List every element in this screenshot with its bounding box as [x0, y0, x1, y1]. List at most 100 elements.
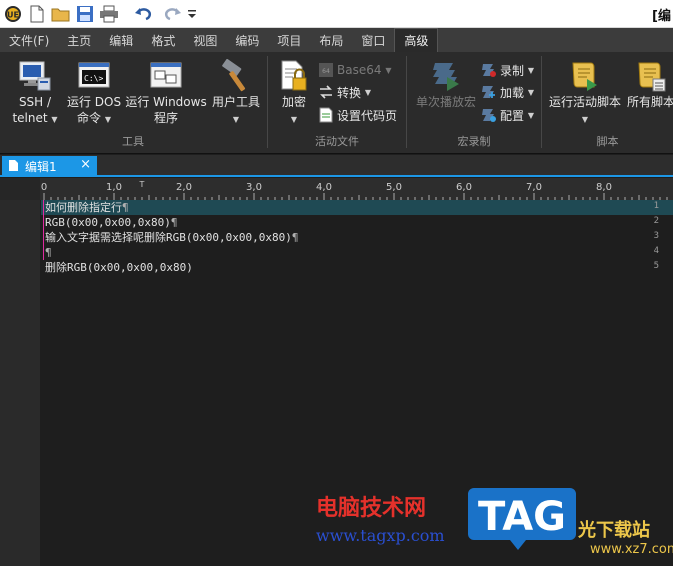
svg-text:UE: UE: [7, 10, 19, 19]
dos-label-line1: 运行 DOS: [66, 95, 122, 109]
paragraph-mark: ¶: [122, 201, 129, 214]
code-line: 删除RGB(0x00,0x00,0x80): [45, 260, 193, 275]
window-title: [编: [652, 9, 671, 24]
codepage-label: 设置代码页: [337, 108, 398, 123]
win-label-line1: 运行 Windows: [125, 95, 207, 109]
tab-file[interactable]: 文件(F): [0, 28, 58, 52]
user-tools-button[interactable]: 用户工具 ▼: [208, 58, 264, 128]
ribbon-tabs: 文件(F) 主页 编辑 格式 视图 编码 项目 布局 窗口 高级: [0, 28, 673, 52]
codepage-icon: [318, 107, 334, 123]
ribbon-group-macro: 单次播放宏 录制 ▼ 加载 ▼ 配置 ▼ 宏录制: [407, 52, 541, 154]
record-icon: [481, 62, 497, 78]
ruler-label: 8,0: [596, 182, 612, 193]
tab-edit[interactable]: 编辑: [100, 28, 142, 52]
dropdown-arrow-icon: ▼: [581, 115, 589, 124]
ribbon-group-tools: SSH / telnet ▼ C:\> 运行 DOS 命令 ▼ 运行 Windo…: [0, 52, 266, 154]
scripts-list-icon: [633, 58, 669, 94]
convert-button[interactable]: 转换 ▼: [318, 82, 371, 102]
document-file-icon: [8, 157, 19, 176]
ribbon-panel: SSH / telnet ▼ C:\> 运行 DOS 命令 ▼ 运行 Windo…: [0, 52, 673, 154]
encrypt-label: 加密: [281, 95, 306, 109]
tab-view[interactable]: 视图: [184, 28, 226, 52]
quick-access-toolbar: UE [编: [0, 0, 673, 28]
app-logo-icon[interactable]: UE: [2, 3, 24, 25]
line-number: 1: [653, 201, 659, 211]
customize-dropdown-icon[interactable]: [186, 3, 198, 25]
watermark-brand: 电脑技术网: [316, 495, 427, 521]
dropdown-arrow-icon: ▼: [527, 110, 534, 120]
undo-icon[interactable]: [132, 3, 154, 25]
load-label: 加载: [500, 85, 525, 100]
record-macro-button[interactable]: 录制 ▼: [481, 60, 534, 80]
replay-macro-button[interactable]: 单次播放宏: [411, 58, 481, 110]
tab-home[interactable]: 主页: [58, 28, 100, 52]
ruler-label: 5,0: [386, 182, 402, 193]
paragraph-mark: ¶: [45, 246, 52, 259]
close-tab-icon[interactable]: ×: [80, 157, 91, 172]
load-macro-button[interactable]: 加载 ▼: [481, 82, 534, 102]
line-number: 5: [653, 261, 659, 271]
base64-label: Base64: [337, 63, 382, 77]
open-folder-icon[interactable]: [50, 3, 72, 25]
code-line: 输入文字据需选择呢删除RGB(0x00,0x00,0x80)¶: [45, 230, 298, 245]
svg-text:64: 64: [322, 68, 330, 75]
paragraph-mark: ¶: [170, 216, 178, 229]
dropdown-arrow-icon: ▼: [385, 65, 392, 75]
horizontal-ruler: 0 1,0 2,0 3,0 4,0 5,0 6,0 7,0 8,0 T: [0, 178, 673, 200]
ruler-label: 3,0: [246, 182, 262, 193]
load-icon: [481, 84, 497, 100]
ruler-scale: 0 1,0 2,0 3,0 4,0 5,0 6,0 7,0 8,0 T: [41, 180, 668, 200]
watermark-site: 光下载站: [578, 520, 650, 541]
ruler-label: 2,0: [176, 182, 192, 193]
tab-encoding[interactable]: 编码: [226, 28, 268, 52]
group-label-tools: 工具: [122, 135, 144, 148]
convert-icon: [318, 84, 334, 100]
code-line-text: RGB(0x00,0x00,0x80): [45, 216, 171, 229]
ribbon-group-active-file: 加密 ▼ 64 Base64 ▼ 转换 ▼ 设置代码页 活动文件: [268, 52, 406, 154]
tab-window[interactable]: 窗口: [352, 28, 394, 52]
set-codepage-button[interactable]: 设置代码页: [318, 105, 397, 125]
save-icon[interactable]: [74, 3, 96, 25]
dropdown-arrow-icon: ▼: [290, 115, 298, 124]
configure-macro-button[interactable]: 配置 ▼: [481, 105, 534, 125]
replay-macro-label: 单次播放宏: [415, 95, 476, 109]
tab-advanced[interactable]: 高级: [394, 28, 439, 52]
current-line-highlight: [41, 200, 673, 215]
run-active-script-label: 运行活动脚本: [548, 95, 621, 109]
run-windows-program-button[interactable]: 运行 Windows 程序: [125, 58, 207, 126]
redo-icon[interactable]: [162, 3, 184, 25]
text-caret: [43, 200, 44, 260]
document-tab-strip: 编辑1 ×: [0, 155, 673, 177]
print-icon[interactable]: [98, 3, 120, 25]
code-line: ¶: [45, 245, 52, 260]
ruler-label: 0: [41, 182, 47, 193]
code-line-text: 输入文字据需选择呢删除RGB(0x00,0x00,0x80): [45, 231, 292, 244]
line-number: 3: [653, 231, 659, 241]
configure-icon: [481, 107, 497, 123]
tab-layout[interactable]: 布局: [310, 28, 352, 52]
ruler-label: 1,0: [106, 182, 122, 193]
tab-project[interactable]: 项目: [268, 28, 310, 52]
watermark-site-url: www.xz7.com: [590, 542, 673, 557]
document-tab[interactable]: 编辑1 ×: [2, 156, 97, 177]
dos-prompt-icon: C:\>: [76, 58, 112, 94]
run-active-script-button[interactable]: 运行活动脚本 ▼: [548, 58, 622, 128]
dropdown-arrow-icon: ▼: [364, 87, 371, 97]
code-line-text: 删除RGB(0x00,0x00,0x80): [45, 261, 193, 274]
code-line: 如何删除指定行¶: [45, 200, 129, 215]
record-label: 录制: [500, 63, 525, 78]
base64-icon: 64: [318, 62, 334, 78]
run-dos-command-button[interactable]: C:\> 运行 DOS 命令 ▼: [64, 58, 124, 128]
group-label-active-file: 活动文件: [315, 135, 359, 148]
encrypt-button[interactable]: 加密 ▼: [274, 58, 314, 128]
new-file-icon[interactable]: [26, 3, 48, 25]
encrypt-lock-icon: [276, 58, 312, 94]
ssh-telnet-button[interactable]: SSH / telnet ▼: [10, 58, 60, 128]
base64-button[interactable]: 64 Base64 ▼: [318, 60, 391, 80]
watermark-url: www.tagxp.com: [316, 526, 445, 545]
all-scripts-button[interactable]: 所有脚本: [626, 58, 673, 110]
tag-logo-text: TAG: [478, 494, 566, 540]
ruler-tab-marker[interactable]: T: [139, 180, 145, 189]
tab-format[interactable]: 格式: [142, 28, 184, 52]
macro-play-icon: [428, 58, 464, 94]
